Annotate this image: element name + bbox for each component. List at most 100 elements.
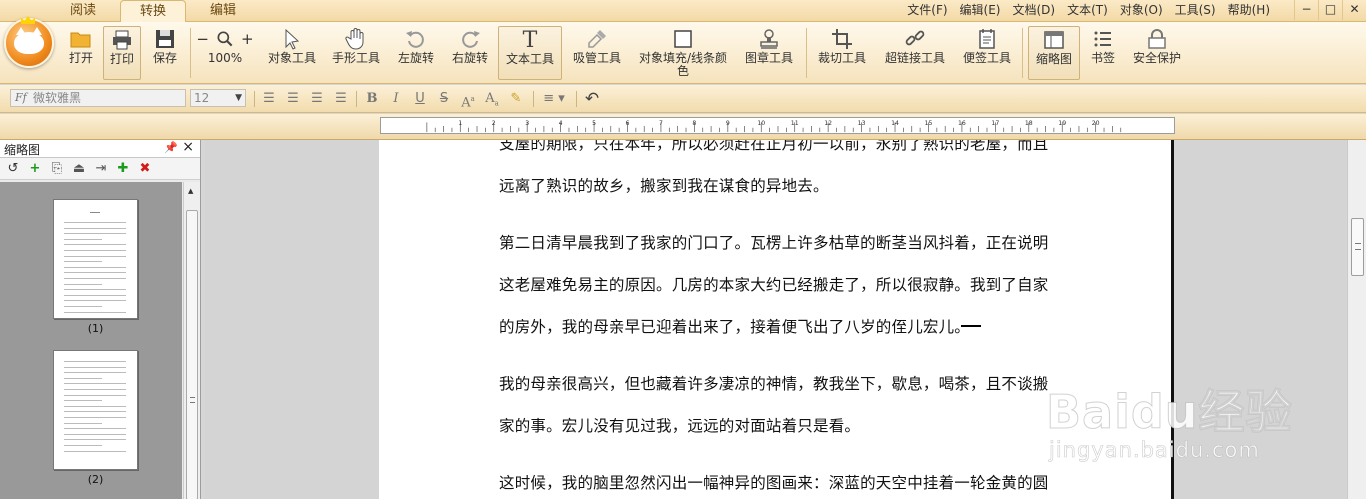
font-name-select[interactable]: Ff 微软雅黑	[10, 89, 186, 107]
save-button[interactable]: 保存	[146, 26, 184, 80]
open-button[interactable]: 打开	[62, 26, 100, 80]
insert-page-icon[interactable]: ⎘	[49, 161, 65, 177]
eyedropper-label: 吸管工具	[572, 51, 621, 65]
object-tool-label: 对象工具	[267, 51, 316, 65]
hand-tool-label: 手形工具	[331, 51, 380, 65]
align-right-icon[interactable]: ☰	[307, 90, 327, 108]
thumbnail-scrollbar[interactable]: ▲	[183, 182, 200, 499]
note-icon	[979, 29, 995, 49]
tab-convert[interactable]: 转换	[120, 0, 186, 22]
thumbnail-panel-icon	[1044, 31, 1064, 49]
tab-read[interactable]: 阅读	[50, 0, 116, 22]
pin-icon[interactable]: 📌	[164, 141, 178, 154]
print-button[interactable]: 打印	[103, 26, 141, 80]
export-page-icon[interactable]: ⇥	[93, 161, 109, 177]
font-size-select[interactable]: 12 ▼	[190, 89, 246, 107]
ruler-number: 4	[559, 120, 563, 127]
strikethrough-icon[interactable]: S	[434, 90, 454, 108]
add-page-icon[interactable]: +	[27, 161, 43, 177]
ruler-number: 11	[791, 120, 799, 127]
align-center-icon[interactable]: ☰	[283, 90, 303, 108]
text-tool-button[interactable]: T 文本工具	[498, 26, 562, 80]
maximize-button[interactable]: □	[1318, 0, 1342, 20]
menu-tools[interactable]: 工具(S)	[1169, 0, 1222, 20]
rotate-right-button[interactable]: 右旋转	[446, 26, 494, 80]
page-thumbnail-1[interactable]	[53, 199, 138, 319]
delete-page-icon[interactable]: ✖	[137, 161, 153, 177]
hyperlink-tool-label: 超链接工具	[884, 51, 945, 65]
close-icon[interactable]: ×	[182, 139, 194, 155]
folder-icon	[70, 32, 91, 48]
text-line[interactable]: 这时候，我的脑里忽然闪出一幅神异的图画来：深蓝的天空中挂着一轮金黄的圆	[499, 471, 1049, 493]
note-tool-button[interactable]: 便签工具	[958, 26, 1016, 80]
thumbnails-button[interactable]: 缩略图	[1028, 26, 1080, 80]
zoom-in-icon[interactable]: +	[241, 30, 254, 48]
line-spacing-icon[interactable]: ≡ ▾	[539, 90, 569, 108]
security-button[interactable]: 安全保护	[1128, 26, 1186, 80]
menu-help[interactable]: 帮助(H)	[1222, 0, 1276, 20]
extract-page-icon[interactable]: ⏏	[71, 161, 87, 177]
zoom-control[interactable]: − + 100%	[194, 26, 256, 80]
replace-page-icon[interactable]: ✚	[115, 161, 131, 177]
undo-icon[interactable]: ↶	[582, 90, 602, 108]
zoom-out-icon[interactable]: −	[196, 30, 209, 48]
bookmarks-button[interactable]: 书签	[1084, 26, 1122, 80]
superscript-icon[interactable]: Aa	[458, 90, 478, 110]
text-line[interactable]: 我的母亲很高兴，但也藏着许多凄凉的神情，教我坐下，歇息，喝茶，且不谈搬	[499, 372, 1049, 394]
minimize-button[interactable]: −	[1294, 0, 1318, 20]
menu-text[interactable]: 文本(T)	[1061, 0, 1114, 20]
close-window-button[interactable]: ✕	[1342, 0, 1366, 20]
rotate-left-button[interactable]: 左旋转	[392, 26, 440, 80]
thumb-text-line	[64, 261, 102, 263]
thumb-text-line	[64, 227, 126, 229]
bold-icon[interactable]: B	[362, 90, 382, 108]
ruler-number: 3	[525, 120, 529, 127]
ruler-number: 20	[1092, 120, 1100, 127]
page-thumbnail-2[interactable]	[53, 350, 138, 470]
security-label: 安全保护	[1132, 51, 1181, 65]
menu-object[interactable]: 对象(O)	[1114, 0, 1169, 20]
text-line[interactable]: 的房外，我的母亲早已迎着出来了，接着便飞出了八岁的侄儿宏儿。	[499, 315, 970, 337]
underline-icon[interactable]: U	[410, 90, 430, 108]
align-left-icon[interactable]: ☰	[259, 90, 279, 108]
object-tool-button[interactable]: 对象工具	[262, 26, 322, 80]
crop-tool-button[interactable]: 裁切工具	[812, 26, 872, 80]
format-divider	[533, 91, 534, 107]
bookmark-list-icon	[1094, 31, 1111, 47]
hyperlink-tool-button[interactable]: 超链接工具	[880, 26, 950, 80]
tab-edit[interactable]: 编辑	[190, 0, 256, 22]
text-line[interactable]: 远离了熟识的故乡，搬家到我在谋食的异地去。	[499, 174, 829, 196]
text-line[interactable]: 家的事。宏儿没有见过我，远远的对面站着只是看。	[499, 414, 860, 436]
ruler-number: 16	[958, 120, 966, 127]
text-line[interactable]: 第二日清早晨我到了我家的门口了。瓦楞上许多枯草的断茎当风抖着，正在说明	[499, 231, 1049, 253]
text-cursor	[961, 325, 981, 327]
stamp-tool-button[interactable]: 图章工具	[740, 26, 798, 80]
align-justify-icon[interactable]: ☰	[331, 90, 351, 108]
subscript-icon[interactable]: Aa	[482, 90, 502, 108]
pane-title: 缩略图	[4, 143, 41, 157]
crop-icon	[832, 29, 852, 49]
hand-tool-button[interactable]: 手形工具	[326, 26, 386, 80]
thumb-text-line	[64, 394, 126, 396]
fill-line-color-button[interactable]: 对象填充/线条颜 色	[632, 26, 734, 80]
scrollbar-thumb[interactable]	[1351, 218, 1364, 276]
thumb-text-line	[64, 244, 126, 246]
menu-file[interactable]: 文件(F)	[901, 0, 953, 20]
document-scrollbar[interactable]	[1347, 140, 1366, 499]
italic-icon[interactable]: I	[386, 90, 406, 108]
scrollbar-thumb[interactable]	[186, 210, 198, 499]
text-line[interactable]: 支屋的期限，只在本年，所以必须赶在正月初一以前，永别了熟识的老屋，而且	[499, 140, 1049, 154]
document-page[interactable]: 支屋的期限，只在本年，所以必须赶在正月初一以前，永别了熟识的老屋，而且 远离了熟…	[379, 140, 1174, 499]
eyedropper-button[interactable]: 吸管工具	[568, 26, 626, 80]
app-logo[interactable]	[4, 16, 54, 68]
rotate-page-icon[interactable]: ↺	[5, 161, 21, 177]
highlighter-icon[interactable]: ✎	[506, 90, 526, 108]
ruler-number: 8	[692, 120, 696, 127]
menu-document[interactable]: 文档(D)	[1007, 0, 1062, 20]
thumb-text-line	[64, 439, 126, 441]
scroll-up-icon[interactable]: ▲	[188, 187, 193, 195]
text-line[interactable]: 这老屋难免易主的原因。几房的本家大约已经搬走了，所以很寂静。我到了自家	[499, 273, 1049, 295]
thumb-text-line	[64, 389, 126, 390]
ruler-number: 12	[824, 120, 832, 127]
menu-edit[interactable]: 编辑(E)	[954, 0, 1007, 20]
